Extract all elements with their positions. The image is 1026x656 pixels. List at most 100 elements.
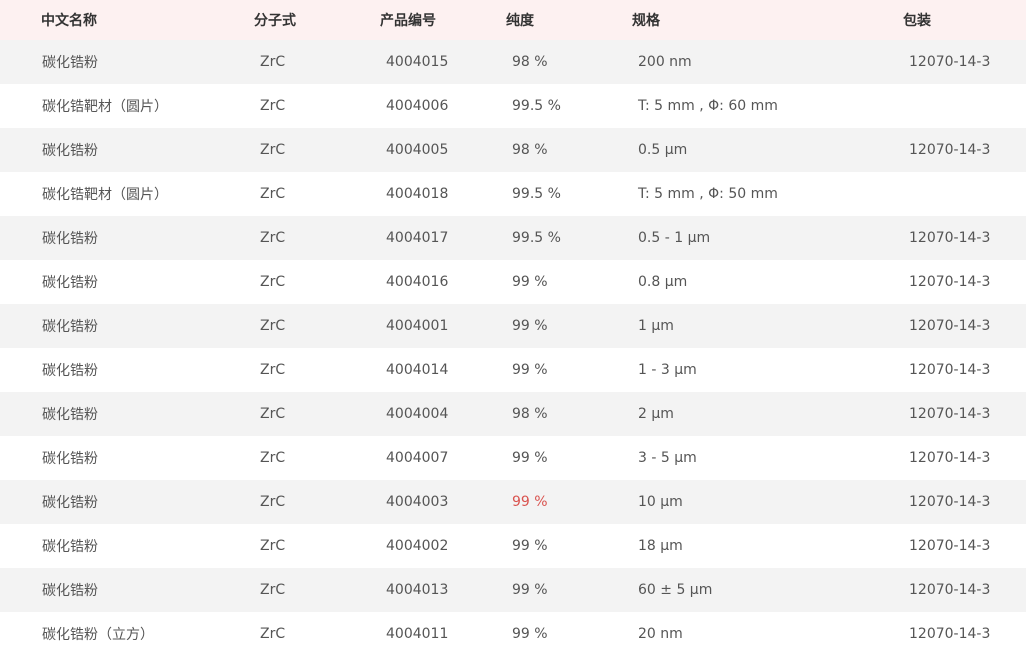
table-row[interactable]: 碳化锆靶材（圆片） ZrC 4004006 99.5 % T: 5 mm , Φ… xyxy=(0,84,1026,128)
table-row[interactable]: 碳化锆粉（立方） ZrC 4004011 99 % 20 nm 12070-14… xyxy=(0,612,1026,656)
cell-purity: 99.5 % xyxy=(512,98,561,114)
cell-name[interactable]: 碳化锆粉 xyxy=(0,360,248,380)
cell-pack: 12070-14-3 xyxy=(909,318,991,334)
cell-purity: 99 % xyxy=(512,582,548,598)
cell-name[interactable]: 碳化锆粉 xyxy=(0,404,248,424)
cell-code: 4004007 xyxy=(386,450,449,466)
cell-code: 4004017 xyxy=(386,230,449,246)
cell-code: 4004002 xyxy=(386,538,449,554)
table-row[interactable]: 碳化锆粉 ZrC 4004017 99.5 % 0.5 - 1 μm 12070… xyxy=(0,216,1026,260)
cell-purity: 99 % xyxy=(512,274,548,290)
cell-spec: 200 nm xyxy=(638,54,692,70)
cell-formula: ZrC xyxy=(260,582,286,598)
table-row[interactable]: 碳化锆粉 ZrC 4004007 99 % 3 - 5 μm 12070-14-… xyxy=(0,436,1026,480)
cell-formula: ZrC xyxy=(260,274,286,290)
cell-spec: 0.8 μm xyxy=(638,274,688,290)
cell-name[interactable]: 碳化锆靶材（圆片） xyxy=(0,96,248,116)
cell-pack: 12070-14-3 xyxy=(909,582,991,598)
product-table: 中文名称 分子式 产品编号 纯度 规格 包装 碳化锆粉 ZrC 4004015 … xyxy=(0,0,1026,656)
cell-code: 4004018 xyxy=(386,186,449,202)
table-row[interactable]: 碳化锆粉 ZrC 4004015 98 % 200 nm 12070-14-3 xyxy=(0,40,1026,84)
cell-formula: ZrC xyxy=(260,54,286,70)
cell-name[interactable]: 碳化锆粉 xyxy=(0,448,248,468)
cell-purity: 98 % xyxy=(512,142,548,158)
header-formula[interactable]: 分子式 xyxy=(248,10,374,30)
cell-formula: ZrC xyxy=(260,98,286,114)
cell-formula: ZrC xyxy=(260,450,286,466)
cell-pack: 12070-14-3 xyxy=(909,406,991,422)
cell-code: 4004014 xyxy=(386,362,449,378)
cell-pack: 12070-14-3 xyxy=(909,230,991,246)
cell-pack: 12070-14-3 xyxy=(909,274,991,290)
cell-formula: ZrC xyxy=(260,186,286,202)
table-row[interactable]: 碳化锆粉 ZrC 4004001 99 % 1 μm 12070-14-3 xyxy=(0,304,1026,348)
cell-name[interactable]: 碳化锆粉（立方） xyxy=(0,624,248,644)
cell-name[interactable]: 碳化锆粉 xyxy=(0,580,248,600)
cell-purity: 99 % xyxy=(512,362,548,378)
cell-formula: ZrC xyxy=(260,142,286,158)
cell-spec: 0.5 - 1 μm xyxy=(638,230,711,246)
cell-spec: T: 5 mm , Φ: 50 mm xyxy=(638,186,778,202)
cell-spec: 1 - 3 μm xyxy=(638,362,697,378)
table-row[interactable]: 碳化锆粉 ZrC 4004004 98 % 2 μm 12070-14-3 xyxy=(0,392,1026,436)
cell-pack: 12070-14-3 xyxy=(909,494,991,510)
cell-name[interactable]: 碳化锆粉 xyxy=(0,52,248,72)
table-row[interactable]: 碳化锆粉 ZrC 4004003 99 % 10 μm 12070-14-3 xyxy=(0,480,1026,524)
cell-purity: 99 % xyxy=(512,538,548,554)
cell-code: 4004013 xyxy=(386,582,449,598)
table-row[interactable]: 碳化锆粉 ZrC 4004013 99 % 60 ± 5 μm 12070-14… xyxy=(0,568,1026,612)
cell-formula: ZrC xyxy=(260,230,286,246)
header-code[interactable]: 产品编号 xyxy=(374,10,500,30)
header-name[interactable]: 中文名称 xyxy=(0,10,248,30)
table-header: 中文名称 分子式 产品编号 纯度 规格 包装 xyxy=(0,0,1026,40)
table-row[interactable]: 碳化锆靶材（圆片） ZrC 4004018 99.5 % T: 5 mm , Φ… xyxy=(0,172,1026,216)
cell-code: 4004015 xyxy=(386,54,449,70)
cell-spec: 18 μm xyxy=(638,538,683,554)
table-row[interactable]: 碳化锆粉 ZrC 4004005 98 % 0.5 μm 12070-14-3 xyxy=(0,128,1026,172)
cell-purity: 99 % xyxy=(512,318,548,334)
cell-spec: 1 μm xyxy=(638,318,674,334)
header-pack[interactable]: 包装 xyxy=(897,10,1026,30)
cell-code: 4004005 xyxy=(386,142,449,158)
table-row[interactable]: 碳化锆粉 ZrC 4004014 99 % 1 - 3 μm 12070-14-… xyxy=(0,348,1026,392)
cell-spec: T: 5 mm , Φ: 60 mm xyxy=(638,98,778,114)
cell-name[interactable]: 碳化锆粉 xyxy=(0,140,248,160)
cell-purity: 99.5 % xyxy=(512,186,561,202)
cell-purity: 99.5 % xyxy=(512,230,561,246)
cell-pack: 12070-14-3 xyxy=(909,450,991,466)
header-spec[interactable]: 规格 xyxy=(626,10,897,30)
cell-spec: 10 μm xyxy=(638,494,683,510)
cell-name[interactable]: 碳化锆粉 xyxy=(0,228,248,248)
cell-purity: 99 % xyxy=(512,450,548,466)
cell-formula: ZrC xyxy=(260,362,286,378)
cell-pack: 12070-14-3 xyxy=(909,538,991,554)
cell-purity-highlighted: 99 % xyxy=(512,494,548,510)
cell-formula: ZrC xyxy=(260,406,286,422)
cell-formula: ZrC xyxy=(260,494,286,510)
cell-name[interactable]: 碳化锆粉 xyxy=(0,492,248,512)
cell-purity: 98 % xyxy=(512,406,548,422)
cell-formula: ZrC xyxy=(260,318,286,334)
cell-pack: 12070-14-3 xyxy=(909,626,991,642)
cell-purity: 98 % xyxy=(512,54,548,70)
cell-name[interactable]: 碳化锆粉 xyxy=(0,316,248,336)
cell-pack: 12070-14-3 xyxy=(909,142,991,158)
cell-name[interactable]: 碳化锆粉 xyxy=(0,272,248,292)
cell-pack: 12070-14-3 xyxy=(909,362,991,378)
cell-code: 4004004 xyxy=(386,406,449,422)
cell-code: 4004003 xyxy=(386,494,449,510)
cell-name[interactable]: 碳化锆粉 xyxy=(0,536,248,556)
table-row[interactable]: 碳化锆粉 ZrC 4004002 99 % 18 μm 12070-14-3 xyxy=(0,524,1026,568)
cell-code: 4004016 xyxy=(386,274,449,290)
table-row[interactable]: 碳化锆粉 ZrC 4004016 99 % 0.8 μm 12070-14-3 xyxy=(0,260,1026,304)
cell-formula: ZrC xyxy=(260,626,286,642)
cell-pack: 12070-14-3 xyxy=(909,54,991,70)
cell-formula: ZrC xyxy=(260,538,286,554)
cell-code: 4004011 xyxy=(386,626,449,642)
cell-spec: 20 nm xyxy=(638,626,683,642)
cell-code: 4004001 xyxy=(386,318,449,334)
cell-name[interactable]: 碳化锆靶材（圆片） xyxy=(0,184,248,204)
header-purity[interactable]: 纯度 xyxy=(500,10,626,30)
cell-spec: 0.5 μm xyxy=(638,142,688,158)
cell-code: 4004006 xyxy=(386,98,449,114)
